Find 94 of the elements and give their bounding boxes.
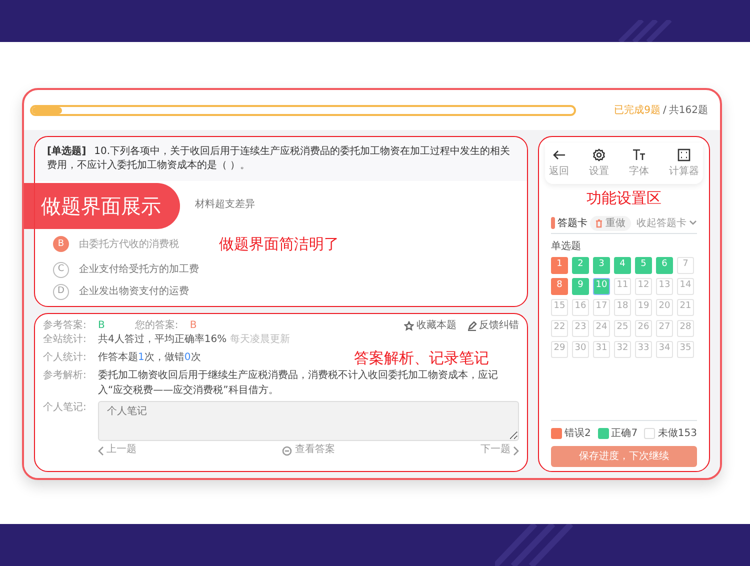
question-number[interactable]: 8 bbox=[551, 278, 568, 294]
chevron-left-icon bbox=[98, 446, 104, 456]
trash-icon bbox=[595, 218, 603, 228]
question-number[interactable]: 14 bbox=[677, 278, 694, 294]
question-number[interactable]: 22 bbox=[551, 320, 568, 336]
annotation-label: 答案解析、记录笔记 bbox=[354, 348, 489, 368]
option-marker[interactable]: C bbox=[53, 262, 69, 278]
analysis-text: 委托加工物资收回后用于继续生产应税消费品，消费税不计入收回委托加工物资成本，应记入“应交税费——应交消费税”科目借方。 bbox=[98, 369, 499, 398]
question-text: [单选题] 10.下列各项中，关于收回后用于连续生产应税消费品的委托加工物资在加工过程中发生的相关费用，不应计入委托加工物资成本的是（ ）。 bbox=[47, 146, 510, 171]
question-number[interactable]: 30 bbox=[572, 340, 589, 358]
question-number[interactable]: 21 bbox=[677, 298, 694, 316]
option-text[interactable]: 由委托方代收的消费税 bbox=[79, 236, 179, 252]
option-text[interactable]: 材料超支差异 bbox=[195, 196, 255, 212]
action-link[interactable]: 反馈纠错 bbox=[466, 318, 519, 333]
accent-bar bbox=[551, 217, 555, 229]
legend-label: 未做153 bbox=[658, 426, 697, 441]
annotation-label: 做题界面简洁明了 bbox=[219, 234, 339, 255]
toolbar-button[interactable]: 字体 bbox=[629, 148, 649, 179]
question-number[interactable]: 29 bbox=[551, 340, 568, 358]
question-number[interactable]: 17 bbox=[593, 298, 610, 316]
question-number[interactable]: 13 bbox=[656, 278, 673, 294]
question-number[interactable]: 16 bbox=[572, 298, 589, 316]
question-number[interactable]: 28 bbox=[677, 320, 694, 336]
annotation-label: 功能设置区 bbox=[586, 188, 662, 208]
legend-swatch bbox=[644, 428, 656, 439]
question-number[interactable]: 27 bbox=[656, 320, 673, 336]
question-number[interactable]: 11 bbox=[614, 278, 631, 294]
question-number[interactable]: 10 bbox=[593, 278, 610, 294]
question-number[interactable]: 7 bbox=[677, 256, 694, 274]
site-stats: 共4人答过，平均正确率16% 每天凌晨更新 bbox=[98, 333, 290, 347]
settings-icon bbox=[592, 148, 606, 162]
legend-label: 错误2 bbox=[564, 427, 591, 441]
question-number[interactable]: 32 bbox=[614, 340, 631, 358]
field-label: 参考解析: bbox=[43, 369, 88, 384]
legend-swatch bbox=[551, 428, 562, 439]
question-number[interactable]: 19 bbox=[635, 298, 652, 316]
user-answer: B bbox=[190, 318, 197, 332]
question-number[interactable]: 31 bbox=[593, 340, 610, 358]
legend-swatch bbox=[598, 428, 609, 439]
total-count: 共162题 bbox=[668, 104, 708, 118]
collapse-button[interactable]: 收起答题卡 bbox=[636, 216, 697, 230]
question-number[interactable]: 26 bbox=[635, 320, 652, 336]
option-marker[interactable]: B bbox=[53, 236, 69, 252]
toolbar-button[interactable]: 设置 bbox=[589, 148, 609, 179]
card-title: 答题卡 bbox=[558, 216, 588, 230]
question-number[interactable]: 35 bbox=[677, 340, 694, 358]
question-number[interactable]: 3 bbox=[593, 256, 610, 274]
action-link[interactable]: 收藏本题 bbox=[404, 318, 456, 333]
chevron-down-icon bbox=[689, 220, 697, 226]
overlay-banner: 做题界面展示 bbox=[24, 183, 180, 229]
section-title: 单选题 bbox=[551, 240, 582, 254]
toolbar-button[interactable]: 计算器 bbox=[669, 148, 699, 179]
field-label: 您的答案: bbox=[134, 318, 180, 332]
nav-button[interactable]: 下一题 bbox=[480, 443, 519, 458]
field-label: 全站统计: bbox=[43, 333, 88, 347]
option-text[interactable]: 企业支付给受托方的加工费 bbox=[79, 262, 199, 277]
question-number[interactable]: 6 bbox=[656, 256, 673, 274]
field-label: 个人笔记: bbox=[43, 400, 88, 415]
nav-button[interactable]: 上一题 bbox=[98, 443, 136, 458]
question-number[interactable]: 23 bbox=[572, 320, 589, 336]
question-number[interactable]: 4 bbox=[614, 256, 631, 274]
completed-count: 已完成9题 bbox=[614, 104, 661, 118]
question-number[interactable]: 34 bbox=[656, 340, 673, 358]
question-number[interactable]: 2 bbox=[572, 256, 589, 274]
notes-field[interactable]: 个人笔记 bbox=[98, 400, 519, 441]
chevron-right-icon bbox=[513, 446, 519, 456]
question-number[interactable]: 18 bbox=[614, 298, 631, 316]
nav-button[interactable]: 查看答案 bbox=[282, 443, 335, 458]
separator: / bbox=[663, 104, 666, 118]
font-size-icon bbox=[632, 148, 646, 162]
question-number[interactable]: 25 bbox=[614, 320, 631, 336]
save-button[interactable]: 保存进度，下次继续 bbox=[551, 446, 697, 467]
question-number[interactable]: 5 bbox=[635, 256, 652, 274]
question-number[interactable]: 20 bbox=[656, 298, 673, 316]
calculator-icon bbox=[677, 148, 691, 162]
option-marker[interactable]: D bbox=[53, 284, 69, 300]
star-icon bbox=[404, 320, 414, 331]
redo-button[interactable]: 重做 bbox=[590, 216, 630, 230]
question-number[interactable]: 24 bbox=[593, 320, 610, 336]
question-number[interactable]: 15 bbox=[551, 298, 568, 316]
back-arrow-icon bbox=[552, 148, 566, 162]
circle-icon bbox=[282, 446, 292, 456]
option-text[interactable]: 企业发出物资支付的运费 bbox=[79, 284, 189, 299]
field-label: 个人统计: bbox=[43, 351, 88, 366]
field-label: 参考答案: bbox=[43, 318, 88, 332]
toolbar-button[interactable]: 返回 bbox=[549, 148, 569, 179]
question-number[interactable]: 12 bbox=[635, 278, 652, 294]
reference-answer: B bbox=[98, 318, 105, 332]
legend-label: 正确7 bbox=[611, 427, 638, 441]
pencil-icon bbox=[466, 320, 476, 331]
question-number[interactable]: 33 bbox=[635, 340, 652, 358]
question-number[interactable]: 9 bbox=[572, 278, 589, 294]
personal-stats: 作答本题1次，做错0次 bbox=[98, 351, 201, 366]
question-number[interactable]: 1 bbox=[551, 256, 568, 274]
